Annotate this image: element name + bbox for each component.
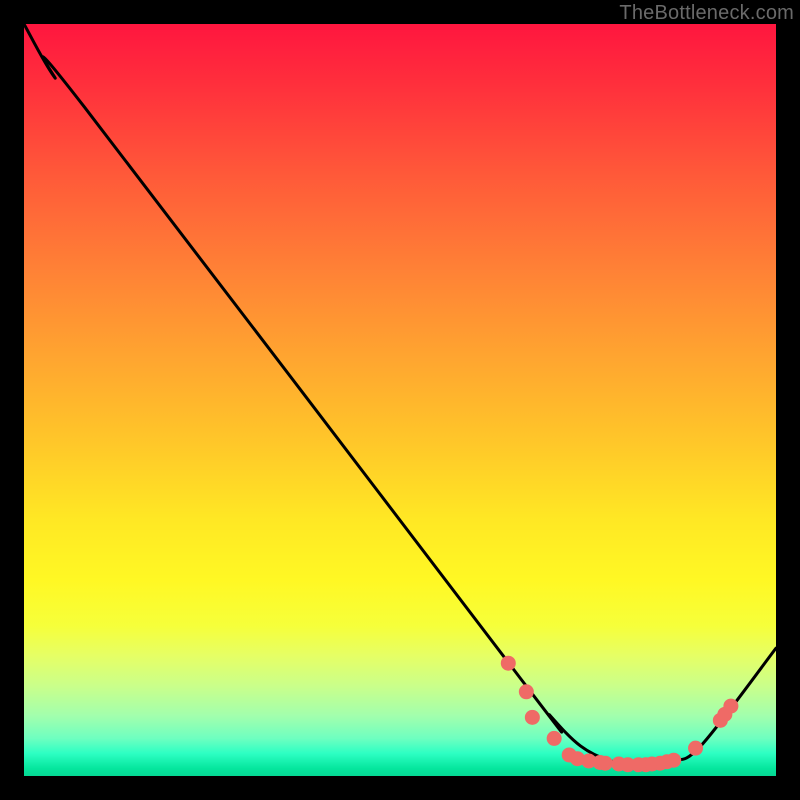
marker-dot xyxy=(723,699,738,714)
marker-dot xyxy=(598,756,613,771)
marker-dot xyxy=(501,656,516,671)
chart-stage: TheBottleneck.com xyxy=(0,0,800,800)
watermark-text: TheBottleneck.com xyxy=(619,2,794,25)
series-curve xyxy=(24,24,776,765)
chart-svg xyxy=(24,24,776,776)
marker-dot xyxy=(688,741,703,756)
marker-dot xyxy=(519,684,534,699)
plot-area xyxy=(24,24,776,776)
marker-group xyxy=(501,656,739,773)
marker-dot xyxy=(525,710,540,725)
marker-dot xyxy=(547,731,562,746)
marker-dot xyxy=(666,753,681,768)
